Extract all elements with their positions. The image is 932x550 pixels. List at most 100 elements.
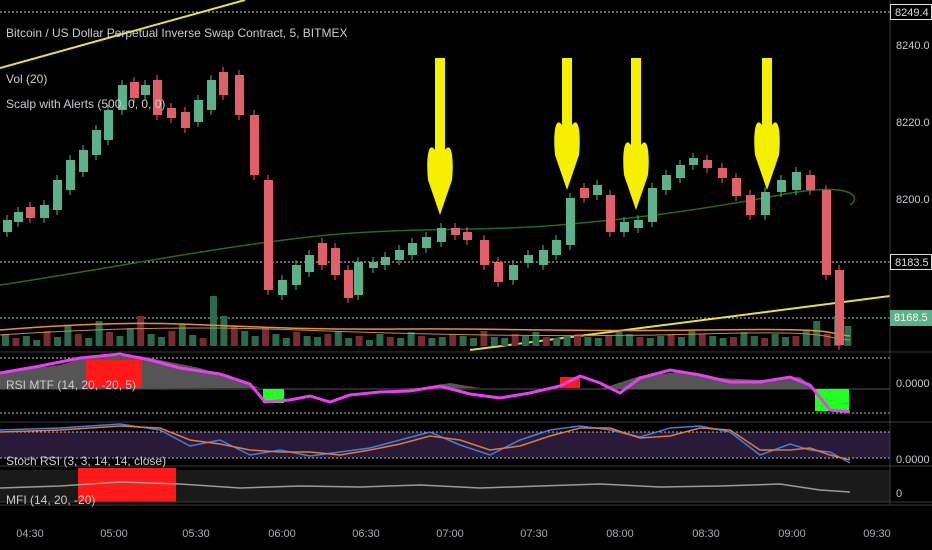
candle-down [806,175,815,190]
candle-down [822,190,831,275]
volume-bar [168,331,176,346]
candle-up [104,110,113,140]
candle-up [689,158,698,165]
candle-up [79,150,88,172]
volume-bar [230,326,238,346]
candle-up [207,80,216,110]
pane-separators[interactable] [0,0,932,506]
volume-bar [314,337,321,346]
volume-bar [522,336,529,346]
volume-bar [594,338,602,346]
volume-bar [282,338,290,346]
time-label: 07:30 [520,528,548,540]
time-label: 09:00 [778,528,806,540]
volume-bar [553,338,561,346]
volume-bar [470,338,477,346]
mfi-legend: MFI (14, 20, -20) [6,493,96,507]
volume-bar [490,337,498,346]
volume-bar [2,334,9,346]
candle-down [451,228,460,235]
candle-down [606,195,615,232]
candle-up [777,180,786,192]
volume-bar [397,338,405,346]
volume-bar [428,338,436,346]
mfi-axis-label: 0 [896,488,903,500]
candle-down [463,232,472,240]
candle-down [746,195,755,215]
volume-bar [709,336,717,346]
volume-bar [54,337,61,346]
candle-down [732,178,741,196]
volume-bar [178,324,186,346]
candle-down [835,270,844,345]
candle-up [40,205,49,218]
volume-bar [750,336,758,346]
volume-bar [418,336,425,346]
volume-bar [85,338,93,346]
volume-bar [386,337,394,346]
time-label: 04:30 [16,528,44,540]
volume-bar [646,338,654,346]
volume-bar [667,334,675,346]
candle-up [194,100,203,122]
candle-down [181,112,190,128]
volume-bar [563,336,571,346]
volume-bar [241,331,249,346]
volume-bar [334,331,342,346]
candle-up [395,250,404,260]
current-price-tag: 8168.5 [890,310,932,326]
candle-down [250,115,259,175]
volume-bar [158,337,165,346]
candle-up [552,240,561,255]
candle-up [509,265,518,280]
time-label: 09:30 [863,528,891,540]
time-label: 06:30 [352,528,380,540]
candle-up [141,85,150,95]
candle-down [130,82,139,98]
volume-bar [605,336,613,346]
mfi-pane[interactable] [0,468,890,502]
symbol-title: Bitcoin / US Dollar Perpetual Inverse Sw… [6,26,348,40]
rsi-legend: RSI MTF (14, 20, -20, 5) [6,378,137,392]
volume-bar [147,334,155,346]
volume-bar [199,338,207,346]
volume-bar [293,332,301,346]
candle-up [524,255,533,263]
volume-bar [189,335,197,346]
candle-up [66,160,75,190]
candle-up [381,257,390,265]
price-pane[interactable] [0,0,891,351]
volume-bar [542,337,550,346]
volume-bar [366,340,373,346]
candle-up [422,237,431,248]
volume-bar [74,334,82,346]
arrow-down-icon [427,58,453,215]
volume-bar [532,332,540,346]
stoch-axis-label: 0.0000 [896,454,930,466]
volume-bar [43,331,51,346]
volume-bar [345,338,353,346]
candle-down [318,243,327,265]
volume-bar [761,338,769,346]
volume-bar [678,337,685,346]
scalp-indicator-legend: Scalp with Alerts (500, 0, 0, 0) [6,97,166,111]
volume-bar [688,331,696,346]
volume-bar [771,334,779,346]
volume-bar [355,336,363,346]
candle-up [278,280,287,295]
candle-up [14,212,23,222]
price-tag-marked: 8183.5 [890,254,932,270]
volume-bar [802,331,810,346]
candle-up [676,165,685,178]
volume-bar [730,337,737,346]
volume-bar [64,326,72,346]
candle-up [761,192,770,215]
candle-down [580,188,589,198]
candle-up [648,188,657,222]
candle-down [167,108,176,118]
volume-bar [449,334,457,346]
volume-bar [251,336,259,346]
candle-down [344,270,353,298]
candle-up [408,243,417,255]
volume-bar [459,336,467,346]
